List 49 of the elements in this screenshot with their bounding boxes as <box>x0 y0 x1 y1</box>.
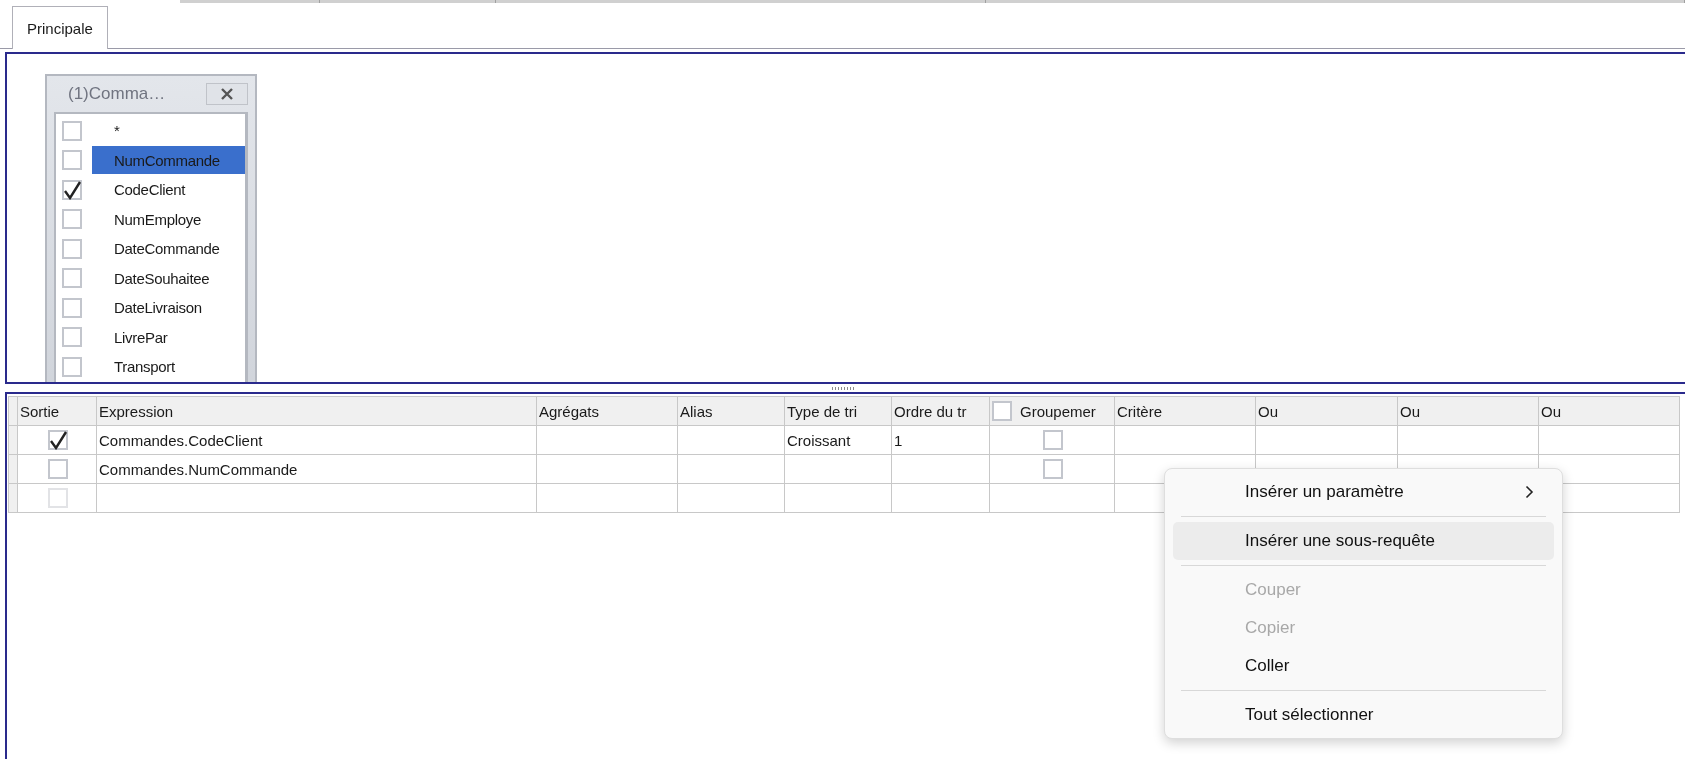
field-item[interactable]: Transport <box>92 352 245 381</box>
column-header[interactable]: Expression <box>96 396 537 426</box>
column-header[interactable]: Agrégats <box>536 396 678 426</box>
checkbox[interactable] <box>62 209 82 230</box>
row-header[interactable] <box>8 483 18 513</box>
field-item[interactable]: NumCommande <box>92 146 245 175</box>
column-header[interactable]: Ou <box>1538 396 1680 426</box>
column-header[interactable]: Sortie <box>17 396 97 426</box>
checkbox[interactable] <box>48 430 68 450</box>
column-header[interactable]: Critère <box>1114 396 1256 426</box>
checkbox[interactable] <box>62 327 82 348</box>
table-cell: 1 <box>891 425 990 455</box>
column-header[interactable]: Alias <box>677 396 785 426</box>
field-item[interactable]: DateSouhaitee <box>92 264 245 293</box>
column-header[interactable]: Ordre du tr <box>891 396 990 426</box>
field-item[interactable]: LivrePar <box>92 323 245 352</box>
window-title: (1)Comma… <box>67 84 166 104</box>
menu-item[interactable]: Insérer une sous-requête <box>1173 522 1554 560</box>
menu-item[interactable]: Insérer un paramètre <box>1173 473 1554 511</box>
table-cell: Commandes.NumCommande <box>96 454 537 484</box>
checkbox[interactable] <box>992 401 1012 421</box>
splitter-grip[interactable] <box>831 386 854 390</box>
row-header[interactable] <box>8 425 18 455</box>
row-header[interactable] <box>8 454 18 484</box>
row-header <box>8 396 18 426</box>
checkbox[interactable] <box>1043 459 1063 479</box>
checkbox[interactable] <box>62 120 82 141</box>
column-header[interactable]: Type de tri <box>784 396 892 426</box>
field-item[interactable]: NumEmploye <box>92 205 245 234</box>
close-icon[interactable] <box>206 83 248 105</box>
tab[interactable]: Principale <box>12 6 108 49</box>
checkbox[interactable] <box>62 268 82 289</box>
field-item[interactable]: * <box>92 116 245 145</box>
checkbox[interactable] <box>62 150 82 171</box>
column-header[interactable]: Ou <box>1397 396 1539 426</box>
field-item[interactable]: DateCommande <box>92 234 245 263</box>
table-cell: Croissant <box>784 425 892 455</box>
checkbox[interactable] <box>62 356 82 377</box>
checkbox[interactable] <box>48 459 68 479</box>
checkbox[interactable] <box>1043 430 1063 450</box>
table-cell: Commandes.CodeClient <box>96 425 537 455</box>
menu-item[interactable]: Coller <box>1173 647 1554 685</box>
field-item[interactable]: CodeClient <box>92 175 245 204</box>
menu-item[interactable]: Tout sélectionner <box>1173 696 1554 734</box>
checkbox[interactable] <box>62 238 82 259</box>
column-header[interactable]: Ou <box>1255 396 1398 426</box>
checkbox[interactable] <box>62 297 82 318</box>
field-item[interactable]: DateLivraison <box>92 293 245 322</box>
checkbox[interactable] <box>62 179 82 200</box>
